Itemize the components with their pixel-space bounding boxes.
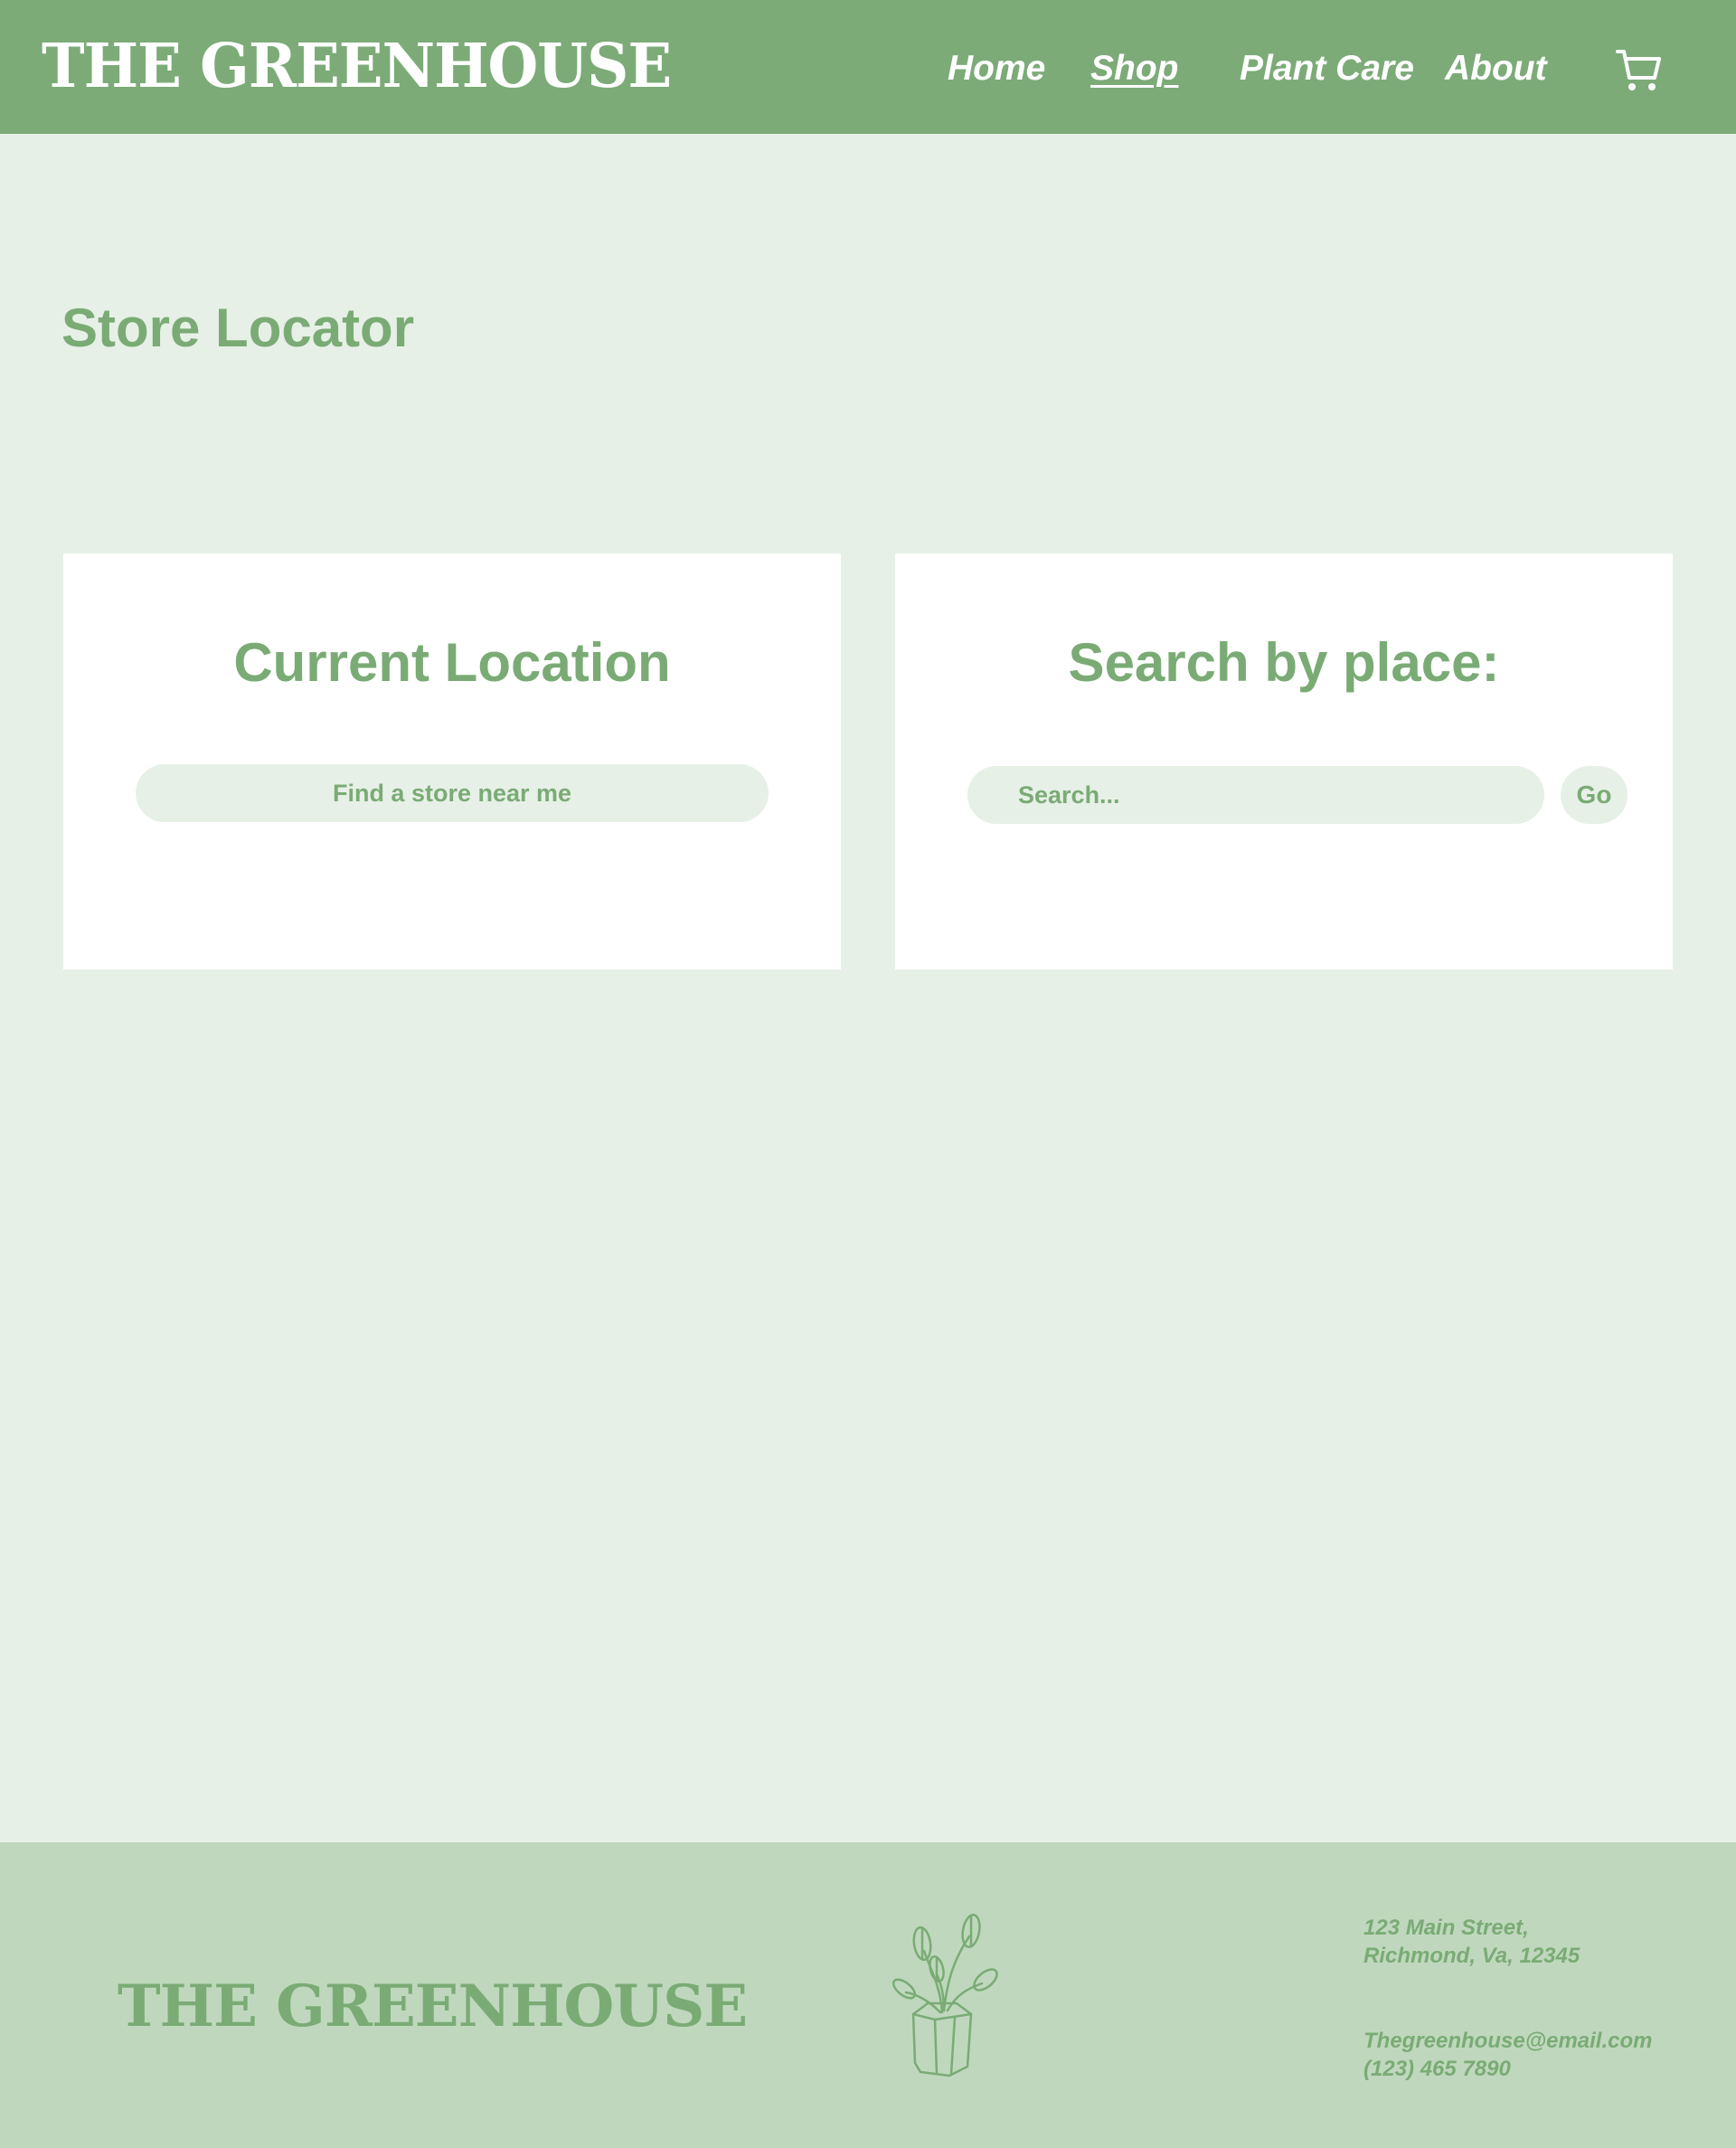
footer-email-link[interactable]: Thegreenhouse@email.com	[1363, 2027, 1653, 2055]
site-header: THE GREENHOUSE Home Shop Plant Care Abou…	[0, 0, 1736, 134]
go-button[interactable]: Go	[1561, 766, 1628, 824]
footer-logo: THE GREENHOUSE	[118, 1973, 748, 2040]
footer-address-line1: 123 Main Street,	[1363, 1916, 1529, 1940]
footer-address-line2: Richmond, Va, 12345	[1363, 1944, 1580, 1968]
site-footer: THE GREENHOUSE 123 Main Street, Richmond	[0, 1842, 1736, 2148]
page-title: Store Locator	[61, 298, 415, 358]
footer-phone-link[interactable]: (123) 465 7890	[1363, 2055, 1511, 2083]
shopping-cart-icon[interactable]	[1615, 47, 1664, 94]
current-location-title: Current Location	[233, 632, 671, 693]
nav-about-link[interactable]: About	[1445, 43, 1547, 94]
find-store-button[interactable]: Find a store near me	[136, 764, 769, 822]
nav-home-link[interactable]: Home	[948, 43, 1045, 94]
current-location-card: Current Location Find a store near me	[63, 554, 841, 970]
search-by-place-title: Search by place:	[1068, 632, 1500, 693]
potted-plant-icon	[892, 1913, 1007, 2079]
nav-plant-care-link[interactable]: Plant Care	[1240, 43, 1414, 94]
site-logo[interactable]: THE GREENHOUSE	[42, 25, 672, 109]
nav-shop-link[interactable]: Shop	[1090, 43, 1178, 94]
search-by-place-card: Search by place: Go	[895, 554, 1673, 970]
search-input[interactable]	[967, 766, 1544, 824]
